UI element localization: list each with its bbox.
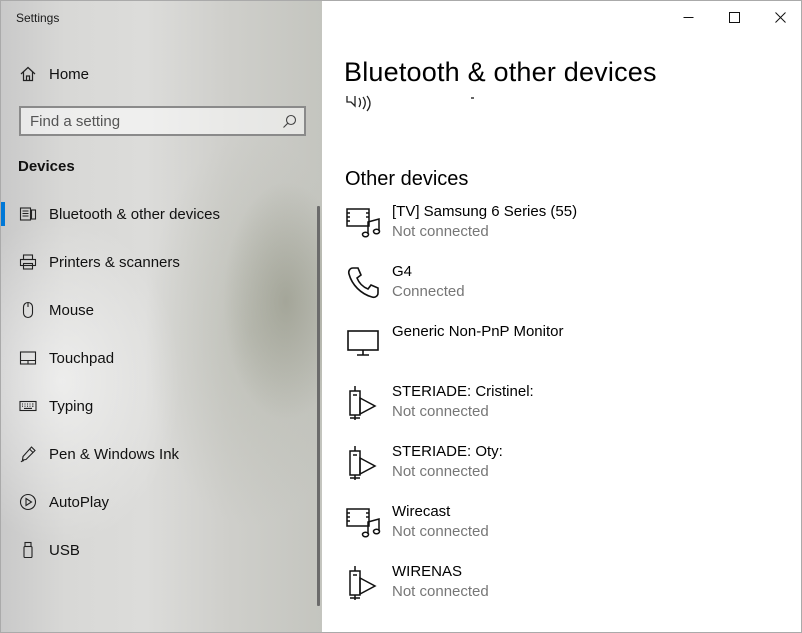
- media-server-icon: [346, 565, 382, 601]
- device-status: Connected: [392, 283, 465, 300]
- app-title: Settings: [16, 11, 60, 25]
- touchpad-icon: [19, 349, 37, 367]
- device-item[interactable]: STERIADE: Cristinel: Not connected: [322, 383, 782, 443]
- sidebar: Settings Home Devices: [1, 1, 322, 632]
- search-icon[interactable]: [282, 114, 297, 129]
- sidebar-item-typing[interactable]: Typing: [1, 386, 322, 426]
- keyboard-icon: [19, 397, 37, 415]
- sidebar-item-label: USB: [49, 541, 80, 559]
- printer-icon: [19, 253, 37, 271]
- home-icon: [19, 65, 37, 83]
- sidebar-item-label: Printers & scanners: [49, 253, 180, 271]
- device-name: STERIADE: Oty:: [392, 443, 503, 460]
- media-server-icon: [346, 385, 382, 421]
- device-item[interactable]: G4 Connected: [322, 263, 782, 323]
- sidebar-item-usb[interactable]: USB: [1, 530, 322, 570]
- device-name: WIRENAS: [392, 563, 463, 580]
- window-controls: [665, 1, 801, 33]
- maximize-button[interactable]: [711, 1, 757, 33]
- sidebar-item-label: Touchpad: [49, 349, 115, 367]
- settings-window: Settings Home Devices: [0, 0, 802, 633]
- sidebar-scrollbar[interactable]: [317, 206, 320, 606]
- device-status: Not connected: [392, 463, 489, 480]
- audio-device-icon: [346, 95, 371, 112]
- main-content: Bluetooth & other devices Other devices …: [322, 1, 801, 632]
- device-name: [TV] Samsung 6 Series (55): [392, 203, 578, 220]
- close-button[interactable]: [757, 1, 801, 33]
- sidebar-item-label: Mouse: [49, 301, 95, 319]
- bluetooth-devices-icon: [19, 205, 37, 223]
- device-item[interactable]: Wirecast Not connected: [322, 503, 782, 563]
- sidebar-item-touchpad[interactable]: Touchpad: [1, 338, 322, 378]
- device-name: Wirecast: [392, 503, 451, 520]
- scroll-clipped-fragment: [471, 97, 474, 99]
- device-status: Not connected: [392, 223, 489, 240]
- sidebar-item-label: Bluetooth & other devices: [49, 205, 220, 223]
- sidebar-item-label: Pen & Windows Ink: [49, 445, 180, 463]
- media-device-icon: [346, 205, 382, 241]
- device-status: Not connected: [392, 583, 489, 600]
- phone-icon: [346, 265, 382, 301]
- media-server-icon: [346, 445, 382, 481]
- sidebar-item-printers[interactable]: Printers & scanners: [1, 242, 322, 282]
- autoplay-icon: [19, 493, 37, 511]
- sidebar-item-mouse[interactable]: Mouse: [1, 290, 322, 330]
- sidebar-item-label: Typing: [49, 397, 94, 415]
- page-title: Bluetooth & other devices: [344, 57, 657, 87]
- monitor-icon: [346, 325, 382, 361]
- device-item[interactable]: WIRENAS Not connected: [322, 563, 782, 623]
- section-title-devices: Devices: [18, 158, 75, 175]
- minimize-button[interactable]: [665, 1, 711, 33]
- search-input[interactable]: [21, 108, 304, 134]
- other-devices-heading: Other devices: [345, 168, 469, 190]
- sidebar-item-bluetooth[interactable]: Bluetooth & other devices: [1, 194, 322, 234]
- media-device-icon: [346, 505, 382, 541]
- maximize-icon: [728, 11, 740, 23]
- device-item[interactable]: [TV] Samsung 6 Series (55) Not connected: [322, 203, 782, 263]
- device-status: Not connected: [392, 523, 489, 540]
- device-name: G4: [392, 263, 413, 280]
- sidebar-item-label: AutoPlay: [49, 493, 110, 511]
- sidebar-item-pen[interactable]: Pen & Windows Ink: [1, 434, 322, 474]
- device-name: STERIADE: Cristinel:: [392, 383, 534, 400]
- sidebar-item-autoplay[interactable]: AutoPlay: [1, 482, 322, 522]
- close-icon: [774, 11, 786, 23]
- device-name: Generic Non-PnP Monitor: [392, 323, 564, 340]
- search-box[interactable]: [19, 106, 306, 136]
- mouse-icon: [19, 301, 37, 319]
- home-label: Home: [49, 65, 90, 83]
- device-item[interactable]: Generic Non-PnP Monitor: [322, 323, 782, 383]
- selection-indicator: [1, 202, 5, 226]
- device-item[interactable]: STERIADE: Oty: Not connected: [322, 443, 782, 503]
- pen-icon: [19, 445, 37, 463]
- minimize-icon: [683, 16, 693, 18]
- device-status: Not connected: [392, 403, 489, 420]
- home-link[interactable]: Home: [1, 57, 322, 91]
- usb-icon: [19, 541, 37, 559]
